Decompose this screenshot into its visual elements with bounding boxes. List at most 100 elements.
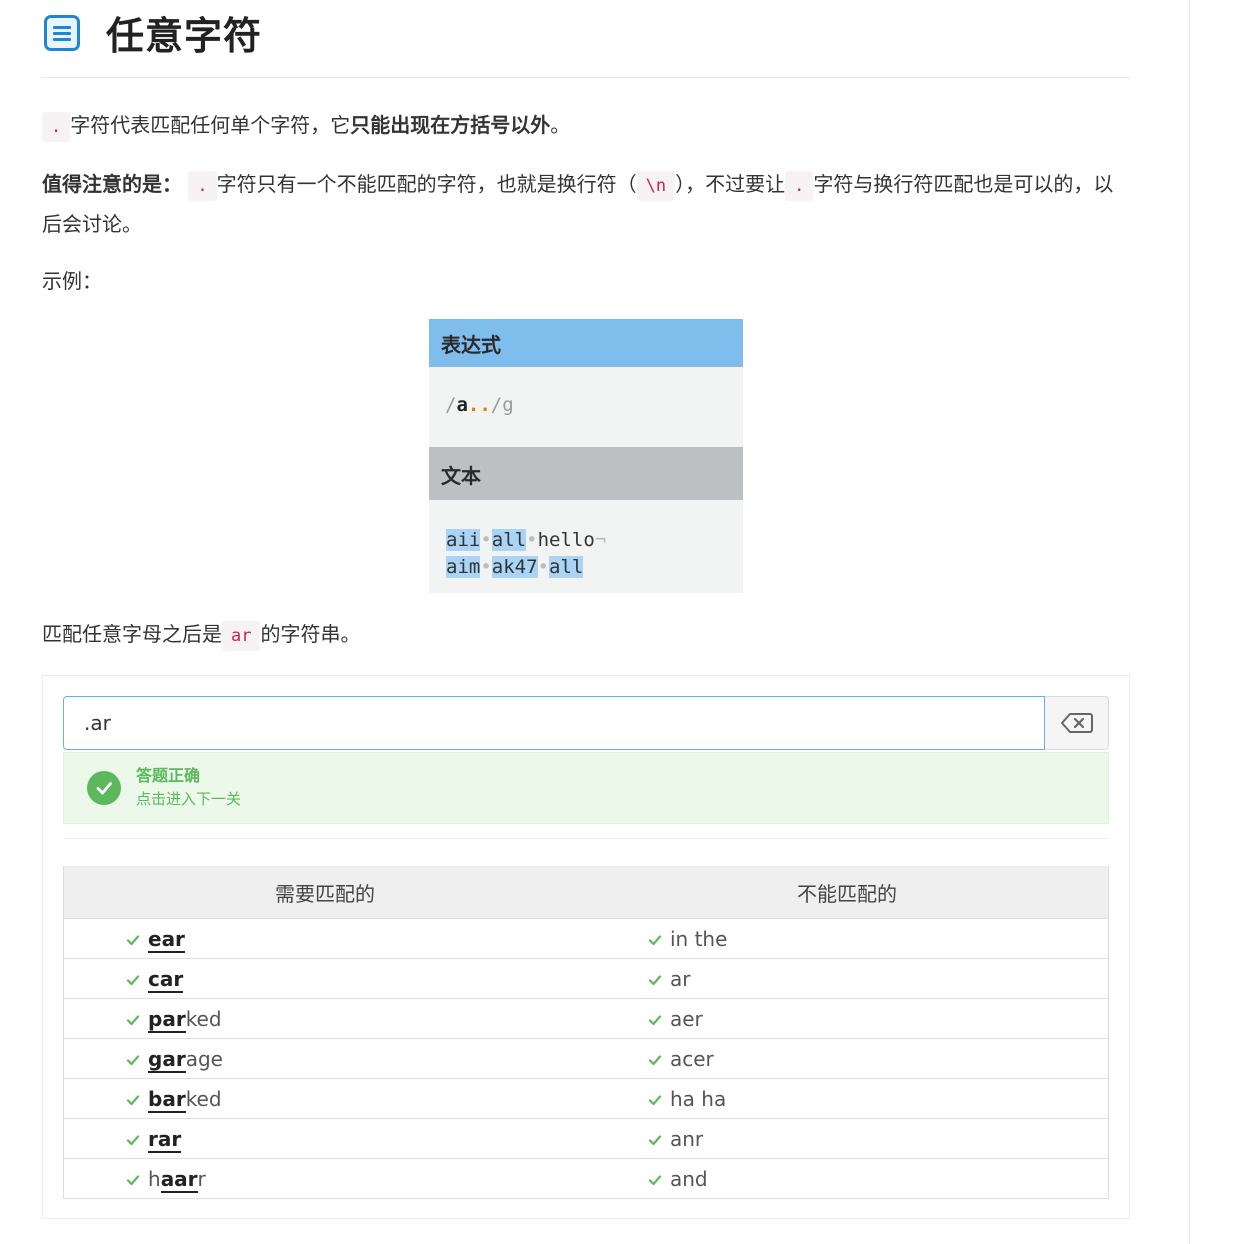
match-highlight: aii: [446, 529, 481, 551]
check-icon: [648, 1135, 662, 1146]
expr-flags: /g: [490, 394, 514, 416]
space-marker: •: [526, 529, 538, 551]
nomatch-text: in the: [670, 927, 728, 951]
divider: [63, 838, 1109, 839]
success-message: 答题正确 点击进入下一关: [136, 765, 241, 811]
match-highlight: gar: [148, 1047, 186, 1073]
test-table: 需要匹配的 不能匹配的 ear in the car ar parked aer garag…: [63, 866, 1109, 1199]
match-highlight: rar: [148, 1127, 182, 1153]
check-icon: [126, 1175, 140, 1186]
table-row: garage acer: [64, 1038, 1108, 1078]
match-highlight: all: [549, 556, 584, 578]
expression-value: /a../g: [429, 367, 743, 447]
nomatch-text: ha ha: [670, 1087, 727, 1111]
match-highlight: bar: [148, 1087, 186, 1113]
backspace-icon: [1060, 713, 1093, 733]
inline-code: ar: [222, 621, 261, 651]
match-cell: rar: [64, 1119, 586, 1158]
check-icon: [648, 935, 662, 946]
regex-input-group: [63, 696, 1109, 750]
inline-code: .: [188, 171, 217, 201]
match-highlight: ear: [148, 927, 185, 953]
column-header-nomatch: 不能匹配的: [797, 882, 897, 906]
nomatch-cell: and: [586, 1159, 1108, 1198]
check-icon: [648, 1015, 662, 1026]
check-icon: [648, 975, 662, 986]
table-row: parked aer: [64, 998, 1108, 1038]
check-circle-icon: [87, 771, 121, 805]
nomatch-cell: ha ha: [586, 1079, 1108, 1118]
nomatch-text: aer: [670, 1007, 703, 1031]
check-icon: [648, 1055, 662, 1066]
sample-line: aim•ak47•all: [446, 554, 743, 581]
match-highlight: ak47: [491, 556, 538, 578]
inline-code: \n: [636, 171, 676, 201]
sample-line: aii•all•hello¬: [446, 527, 743, 554]
space-marker: •: [537, 556, 549, 578]
table-row: ear in the: [64, 918, 1108, 958]
match-highlight: aar: [160, 1167, 198, 1193]
nomatch-cell: in the: [586, 919, 1108, 958]
expr-slash: /: [445, 394, 457, 416]
table-row: haarr and: [64, 1158, 1108, 1198]
intro-bold: 只能出现在方括号以外: [350, 113, 551, 137]
space-marker: •: [480, 529, 492, 551]
match-highlight: par: [148, 1007, 186, 1033]
match-highlight: aim: [446, 556, 481, 578]
space-marker: •: [480, 556, 492, 578]
note-text: ），不过要让: [675, 172, 786, 196]
check-icon: [126, 1095, 140, 1106]
text-header: 文本: [429, 447, 743, 500]
plain-text: hello: [537, 529, 595, 551]
expr-literal: a: [456, 394, 468, 416]
example-image: 表达式 /a../g 文本 aii•all•hello¬ aim•ak47•al…: [429, 319, 743, 593]
clear-button[interactable]: [1045, 696, 1109, 750]
match-suffix: age: [185, 1047, 223, 1071]
article: 任意字符 . 字符代表匹配任何单个字符，它只能出现在方括号以外。 值得注意的是： …: [42, 0, 1130, 1219]
match-prefix: h: [148, 1167, 161, 1191]
check-icon: [648, 1095, 662, 1106]
match-cell: garage: [64, 1039, 586, 1078]
match-highlight: all: [491, 529, 527, 551]
column-header-match: 需要匹配的: [275, 882, 375, 906]
expression-header: 表达式: [429, 319, 743, 367]
table-row: rar anr: [64, 1118, 1108, 1158]
note-label: 值得注意的是：: [42, 172, 182, 196]
expr-dots: ..: [467, 394, 491, 416]
match-suffix: r: [197, 1167, 206, 1191]
table-header: 需要匹配的 不能匹配的: [64, 866, 1108, 918]
next-level-link[interactable]: 点击进入下一关: [136, 787, 241, 811]
task-paragraph: 匹配任意字母之后是 ar 的字符串。: [42, 615, 1130, 655]
check-icon: [126, 975, 140, 986]
success-alert[interactable]: 答题正确 点击进入下一关: [63, 752, 1109, 824]
regex-input[interactable]: [63, 696, 1045, 750]
page-header: 任意字符: [42, 0, 1130, 78]
intro-text: 字符代表匹配任何单个字符，它: [70, 113, 351, 137]
exercise-panel: 答题正确 点击进入下一关 需要匹配的 不能匹配的 ear in the car ar p…: [42, 675, 1130, 1219]
table-row: barked ha ha: [64, 1078, 1108, 1118]
note-text: 字符只有一个不能匹配的字符，也就是换行符（: [216, 172, 637, 196]
nomatch-cell: ar: [586, 959, 1108, 998]
success-title: 答题正确: [136, 766, 201, 785]
table-row: car ar: [64, 958, 1108, 998]
nomatch-cell: anr: [586, 1119, 1108, 1158]
match-cell: parked: [64, 999, 586, 1038]
nomatch-text: ar: [670, 967, 691, 991]
check-icon: [126, 935, 140, 946]
page-divider-right: [1189, 0, 1190, 1244]
page-title: 任意字符: [106, 14, 263, 58]
inline-code: .: [785, 171, 814, 201]
inline-code: .: [42, 112, 71, 142]
intro-end: 。: [550, 113, 571, 137]
nomatch-text: acer: [670, 1047, 714, 1071]
task-text: 匹配任意字母之后是: [42, 622, 222, 646]
intro-paragraph: . 字符代表匹配任何单个字符，它只能出现在方括号以外。: [42, 106, 1130, 146]
check-icon: [126, 1135, 140, 1146]
note-paragraph: 值得注意的是： . 字符只有一个不能匹配的字符，也就是换行符（ \n ），不过要让. 字…: [42, 165, 1130, 243]
check-icon: [126, 1055, 140, 1066]
match-suffix: ked: [185, 1087, 222, 1111]
document-list-icon: [44, 14, 80, 51]
match-cell: barked: [64, 1079, 586, 1118]
nomatch-cell: aer: [586, 999, 1108, 1038]
nomatch-text: anr: [670, 1127, 704, 1151]
